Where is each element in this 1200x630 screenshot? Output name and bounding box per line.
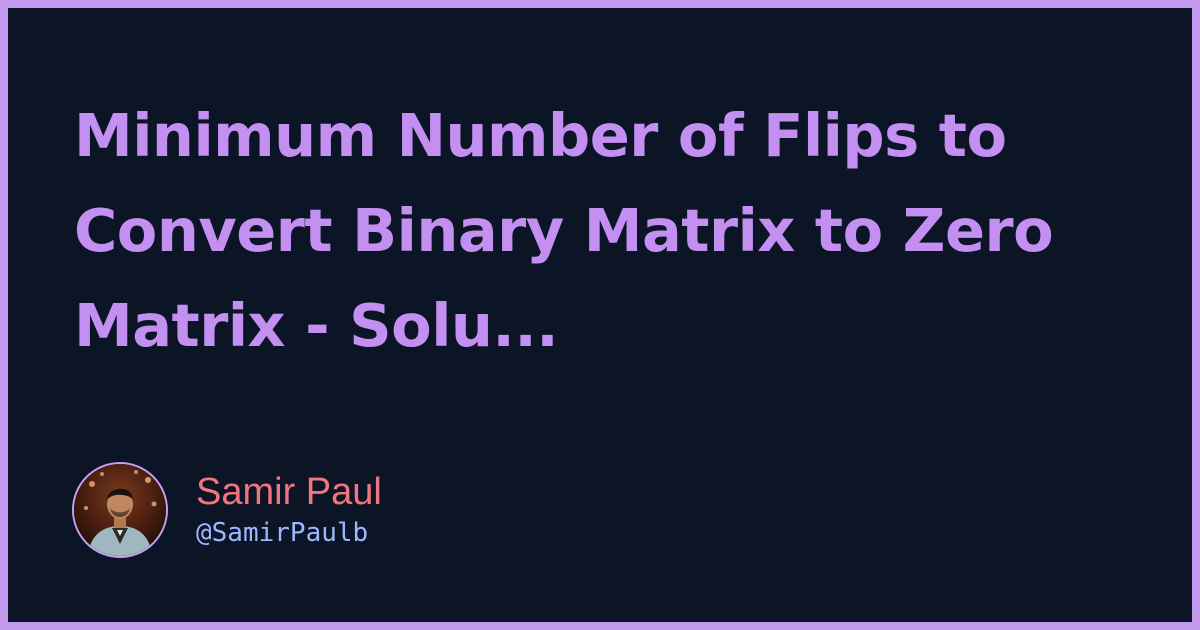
post-title: Minimum Number of Flips to Convert Binar… — [74, 101, 1054, 360]
author-handle: @SamirPaulb — [196, 518, 369, 548]
author-photo-icon — [74, 464, 166, 556]
author-block: Samir Paul @SamirPaulb — [72, 460, 382, 560]
author-name: Samir Paul — [196, 471, 382, 513]
author-avatar — [72, 462, 168, 558]
author-text: Samir Paul @SamirPaulb — [196, 470, 382, 550]
social-card: Minimum Number of Flips to Convert Binar… — [0, 0, 1200, 630]
